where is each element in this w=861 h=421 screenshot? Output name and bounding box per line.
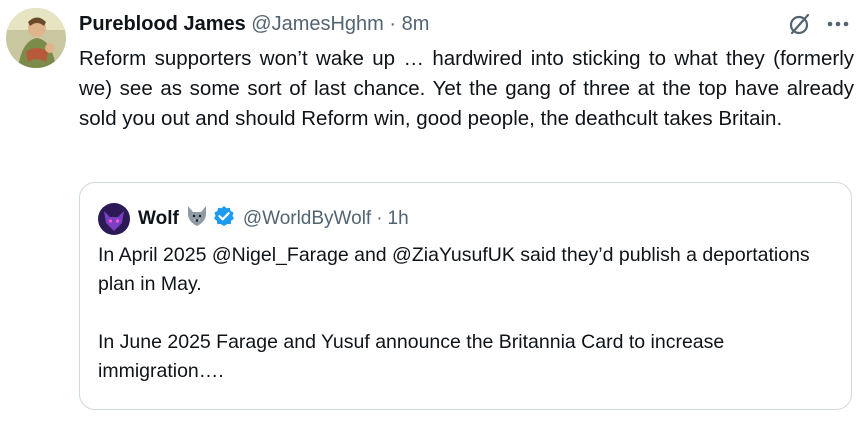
wolf-emoji-icon: [185, 205, 209, 233]
quoted-tweet[interactable]: Wolf @WorldByWolf · 1h In April 2025 @Ni…: [79, 182, 852, 410]
quoted-tweet-header: Wolf @WorldByWolf · 1h: [98, 203, 409, 235]
tweet-timestamp[interactable]: 8m: [402, 13, 430, 35]
author-avatar[interactable]: [6, 8, 66, 68]
grok-icon[interactable]: [787, 12, 811, 36]
quoted-author-avatar[interactable]: [98, 203, 130, 235]
tweet-actions: [787, 12, 851, 36]
separator-dot: ·: [389, 13, 397, 35]
quoted-paragraph: In June 2025 Farage and Yusuf announce t…: [98, 331, 725, 382]
tweet-text: Reform supporters won’t wake up … hardwi…: [79, 47, 854, 130]
quoted-author-handle[interactable]: @WorldByWolf: [243, 208, 371, 230]
quoted-tweet-timestamp[interactable]: 1h: [388, 208, 409, 230]
tweet-header: Pureblood James @JamesHghm · 8m: [79, 12, 429, 36]
quoted-author-name[interactable]: Wolf: [138, 208, 179, 230]
separator-dot: ·: [376, 208, 383, 229]
author-handle[interactable]: @JamesHghm: [251, 13, 384, 35]
quoted-tweet-text: In April 2025 @Nigel_Farage and @ZiaYusu…: [98, 241, 833, 386]
author-name[interactable]: Pureblood James: [79, 13, 246, 35]
more-icon[interactable]: [825, 12, 851, 36]
verified-badge-icon[interactable]: [213, 205, 235, 233]
quoted-paragraph: In April 2025 @Nigel_Farage and @ZiaYusu…: [98, 244, 810, 295]
